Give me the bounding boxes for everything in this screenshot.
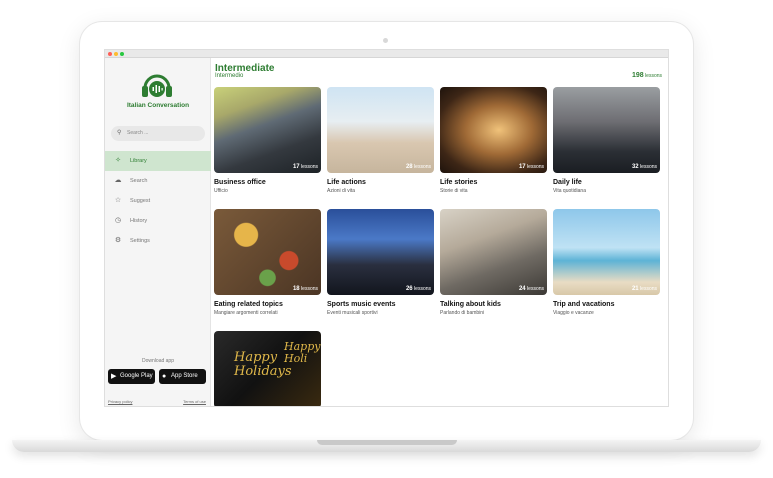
sidebar-item-label: Search [130,178,148,184]
lesson-total-number: 198 [631,72,644,79]
card-subtitle: Viaggio e vacanze [553,310,594,316]
lesson-card[interactable]: 32 lessons Daily life Vita quotidiana [553,87,660,194]
zoom-window-button[interactable] [120,52,124,56]
google-play-button[interactable]: ▶ Google Play [108,369,155,384]
sidebar-item-label: History [130,218,148,224]
lesson-count: 26 lessons [405,286,431,292]
download-app-label: Download app [142,358,174,364]
lesson-count: 17 lessons [518,164,544,170]
card-title: Business office [214,179,266,186]
app-store-label: App Store [171,373,198,379]
holiday-card-artwork: Happy Holi [284,340,321,365]
lesson-card[interactable]: 21 lessons Trip and vacations Viaggio e … [553,209,660,316]
minimize-window-button[interactable] [114,52,118,56]
lesson-count: 24 lessons [518,286,544,292]
card-subtitle: Eventi musicali sportivi [327,310,378,316]
lesson-card[interactable]: 17 lessons Life stories Storie di vita [440,87,547,194]
library-icon: ✧ [115,157,121,164]
card-thumbnail: 17 lessons [440,87,547,173]
lesson-count: 18 lessons [292,286,318,292]
page-subtitle: Intermedio [215,73,244,79]
lesson-card[interactable]: 28 lessons Life actions Azioni di vita [327,87,434,194]
card-title: Life actions [327,179,366,186]
card-title: Talking about kids [440,301,501,308]
card-title: Life stories [440,179,478,186]
sidebar-item-suggest[interactable]: ☆ Suggest [105,191,211,211]
privacy-policy-link[interactable]: Privacy policy [108,399,132,404]
search-cloud-icon: ☁ [114,177,122,184]
google-play-label: Google Play [120,373,153,379]
search-icon: ⚲ [117,130,122,136]
lesson-card[interactable]: 24 lessons Talking about kids Parlando d… [440,209,547,316]
card-title: Daily life [553,179,582,186]
star-icon: ☆ [114,197,122,204]
lesson-count: 28 lessons [405,164,431,170]
card-subtitle: Mangiare argomenti correlati [214,310,278,316]
lesson-card[interactable]: 18 lessons Eating related topics Mangiar… [214,209,321,316]
app-window: Italian Conversation ⚲ Search ... ✧ Libr… [104,49,669,407]
card-subtitle: Azioni di vita [327,188,356,194]
search-input[interactable]: ⚲ Search ... [111,126,205,141]
lesson-total: 198 lessons [632,72,662,79]
sidebar-item-label: Library [130,158,147,164]
card-thumbnail: 18 lessons [214,209,321,295]
search-placeholder: Search ... [127,130,149,136]
sidebar-nav: ✧ Library ☁ Search ☆ Suggest ◷ History ⚙… [105,151,211,251]
app-name: Italian Conversation [126,102,190,109]
lesson-card[interactable]: 17 lessons Business office Ufficio [214,87,321,194]
terms-of-use-link[interactable]: Terms of use [183,399,206,404]
window-titlebar [105,50,668,58]
lesson-count: 32 lessons [631,164,657,170]
sidebar-item-settings[interactable]: ⚙ Settings [105,231,211,251]
laptop-base-notch [317,440,457,445]
card-thumbnail: Happy Holidays Happy Holi [214,331,321,406]
card-title: Sports music events [327,301,396,308]
card-thumbnail: 32 lessons [553,87,660,173]
sidebar-item-history[interactable]: ◷ History [105,211,211,231]
lesson-count: 17 lessons [292,164,318,170]
sidebar-item-search[interactable]: ☁ Search [105,171,211,191]
sidebar-item-label: Suggest [130,198,151,204]
apple-icon: ● [162,373,167,380]
card-thumbnail: 17 lessons [214,87,321,173]
card-title: Eating related topics [214,301,283,308]
card-thumbnail: 21 lessons [553,209,660,295]
history-icon: ◷ [114,217,122,224]
card-thumbnail: 26 lessons [327,209,434,295]
lesson-count: 21 lessons [631,286,657,292]
card-thumbnail: 28 lessons [327,87,434,173]
sidebar: Italian Conversation ⚲ Search ... ✧ Libr… [105,58,211,406]
headphones-chat-icon [142,74,172,97]
card-subtitle: Ufficio [214,188,228,194]
card-thumbnail: 24 lessons [440,209,547,295]
sidebar-item-library[interactable]: ✧ Library [105,151,211,171]
lesson-card[interactable]: 26 lessons Sports music events Eventi mu… [327,209,434,316]
sidebar-item-label: Settings [130,238,150,244]
card-subtitle: Storie di vita [440,188,468,194]
holiday-card-artwork: Happy Holidays [234,350,292,379]
settings-icon: ⚙ [114,237,122,244]
card-subtitle: Parlando di bambini [440,310,485,316]
camera-dot [383,38,388,43]
main-content: Intermediate Intermedio 198 lessons 17 l… [211,58,668,406]
lesson-total-unit: lessons [645,73,662,79]
close-window-button[interactable] [108,52,112,56]
card-title: Trip and vacations [553,301,615,308]
app-store-button[interactable]: ● App Store [159,369,206,384]
google-play-icon: ▶ [111,373,117,380]
lesson-card[interactable]: Happy Holidays Happy Holi [214,331,321,406]
card-subtitle: Vita quotidiana [553,188,586,194]
